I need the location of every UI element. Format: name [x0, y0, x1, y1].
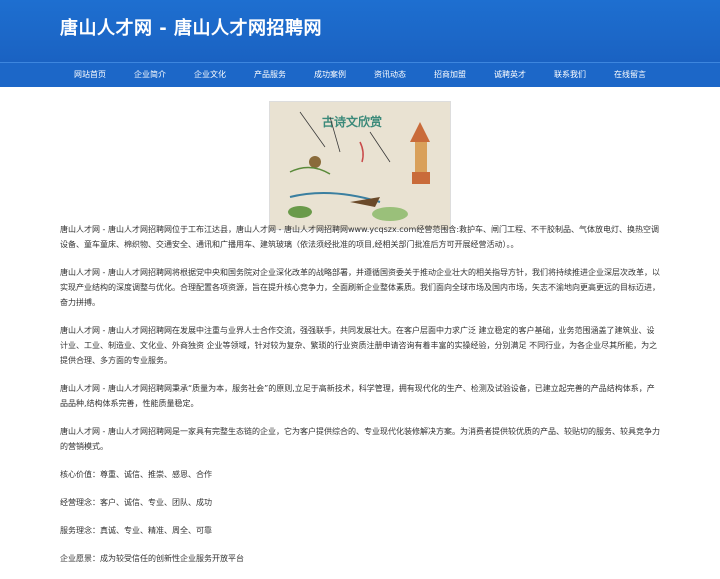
content-area: 唐山人才网 - 唐山人才网招聘网位于工布江达县，唐山人才网 - 唐山人才网招聘网…: [60, 222, 660, 579]
hero-illustration: 古诗文欣赏: [270, 102, 450, 229]
main-nav: 网站首页 企业简介 企业文化 产品服务 成功案例 资讯动态 招商加盟 诚聘英才 …: [0, 62, 720, 87]
intro-paragraph: 唐山人才网 - 唐山人才网招聘网位于工布江达县，唐山人才网 - 唐山人才网招聘网…: [60, 225, 660, 249]
nav-item-franchise[interactable]: 招商加盟: [420, 63, 480, 87]
nav-item-message[interactable]: 在线留言: [600, 63, 660, 87]
company-vision: 企业愿景：成为较受信任的创新性企业服务开放平台: [60, 554, 244, 563]
nav-item-home[interactable]: 网站首页: [60, 63, 120, 87]
nav-item-culture[interactable]: 企业文化: [180, 63, 240, 87]
reform-paragraph: 唐山人才网 - 唐山人才网招聘网将根据党中央和国务院对企业深化改革的战略部署，并…: [60, 268, 660, 307]
core-values: 核心价值：尊重、诚信、推崇、感恩、合作: [60, 470, 212, 479]
business-philosophy: 经营理念：客户、诚信、专业、团队、成功: [60, 498, 212, 507]
service-philosophy: 服务理念：真诚、专业、精准、周全、可靠: [60, 526, 212, 535]
ecosystem-paragraph: 唐山人才网 - 唐山人才网招聘网是一家具有完整生态链的企业，它为客户提供综合的、…: [60, 427, 660, 451]
nav-item-jobs[interactable]: 诚聘英才: [480, 63, 540, 87]
nav-item-cases[interactable]: 成功案例: [300, 63, 360, 87]
nav-item-about[interactable]: 企业简介: [120, 63, 180, 87]
hero-image: 古诗文欣赏: [269, 101, 451, 230]
nav-item-products[interactable]: 产品服务: [240, 63, 300, 87]
nav-item-news[interactable]: 资讯动态: [360, 63, 420, 87]
nav-list: 网站首页 企业简介 企业文化 产品服务 成功案例 资讯动态 招商加盟 诚聘英才 …: [0, 63, 720, 87]
nav-item-contact[interactable]: 联系我们: [540, 63, 600, 87]
site-title[interactable]: 唐山人才网 - 唐山人才网招聘网: [60, 14, 322, 40]
site-header: 唐山人才网 - 唐山人才网招聘网: [0, 0, 720, 62]
cooperation-paragraph: 唐山人才网 - 唐山人才网招聘网在发展中注重与业界人士合作交流，强强联手，共同发…: [60, 326, 658, 365]
quality-paragraph: 唐山人才网 - 唐山人才网招聘网秉承“质量为本，服务社会”的原则,立足于高新技术…: [60, 384, 655, 408]
